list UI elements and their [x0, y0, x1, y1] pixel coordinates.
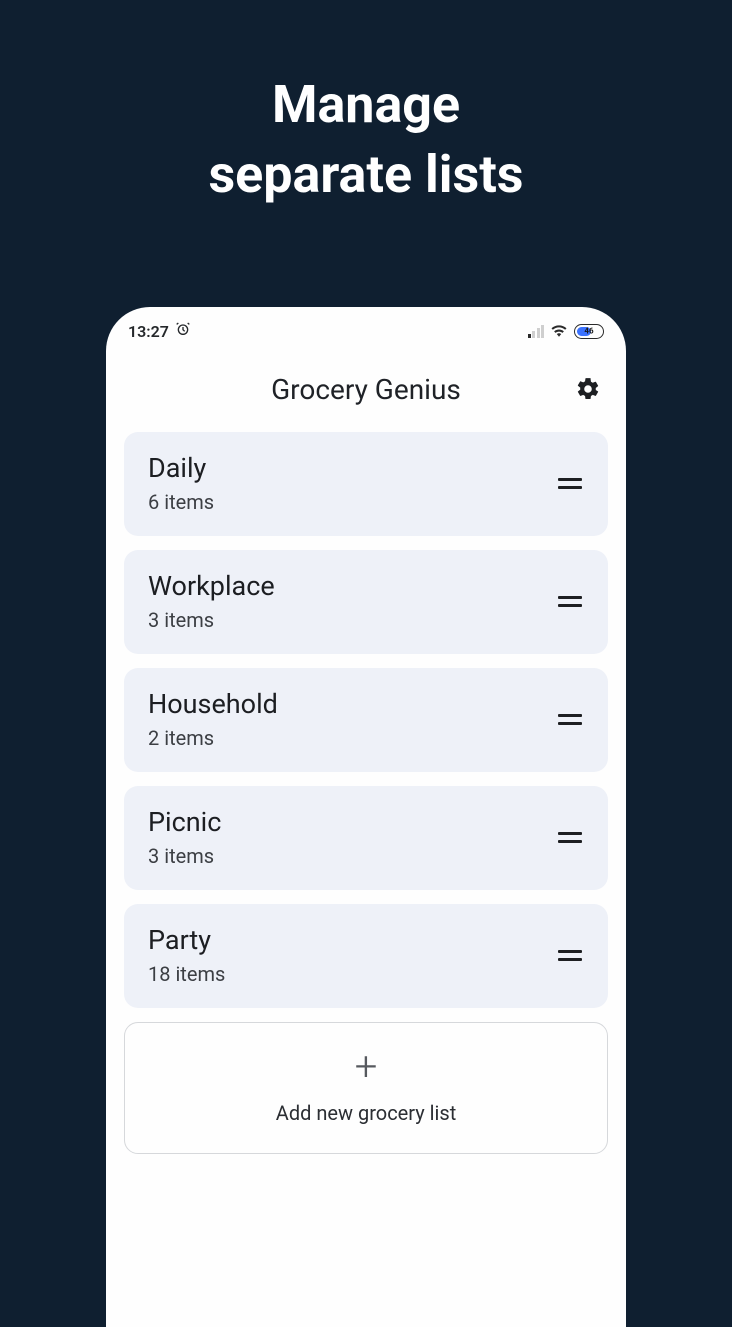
signal-icon	[528, 324, 545, 338]
battery-level: 46	[584, 327, 593, 336]
battery-icon: 46	[574, 324, 604, 339]
list-card[interactable]: Workplace 3 items	[124, 550, 608, 654]
phone-frame: 13:27 46	[106, 307, 626, 1327]
status-bar: 13:27 46	[106, 307, 626, 345]
list-count: 3 items	[148, 608, 275, 632]
drag-handle-icon[interactable]	[556, 478, 584, 489]
status-time: 13:27	[128, 322, 169, 341]
list-count: 3 items	[148, 844, 221, 868]
list-name: Daily	[148, 452, 214, 484]
app-header: Grocery Genius	[106, 345, 626, 432]
add-list-label: Add new grocery list	[276, 1101, 456, 1125]
wifi-icon	[550, 322, 568, 341]
list-count: 2 items	[148, 726, 278, 750]
gear-icon	[575, 376, 601, 402]
headline-line-1: Manage	[272, 74, 460, 135]
list-name: Workplace	[148, 570, 275, 602]
status-right: 46	[528, 322, 605, 341]
status-left: 13:27	[128, 321, 191, 341]
alarm-icon	[175, 321, 191, 341]
drag-handle-icon[interactable]	[556, 950, 584, 961]
promo-headline: Manage separate lists	[0, 0, 732, 210]
list-card[interactable]: Picnic 3 items	[124, 786, 608, 890]
list-name: Party	[148, 924, 225, 956]
list-card[interactable]: Household 2 items	[124, 668, 608, 772]
headline-line-2: separate lists	[208, 144, 523, 205]
list-count: 18 items	[148, 962, 225, 986]
plus-icon: +	[355, 1047, 378, 1087]
list-name: Household	[148, 688, 278, 720]
app-title: Grocery Genius	[271, 373, 461, 406]
list-card[interactable]: Party 18 items	[124, 904, 608, 1008]
drag-handle-icon[interactable]	[556, 596, 584, 607]
list-count: 6 items	[148, 490, 214, 514]
grocery-lists: Daily 6 items Workplace 3 items Househol…	[106, 432, 626, 1154]
drag-handle-icon[interactable]	[556, 714, 584, 725]
list-card[interactable]: Daily 6 items	[124, 432, 608, 536]
drag-handle-icon[interactable]	[556, 832, 584, 843]
add-list-button[interactable]: + Add new grocery list	[124, 1022, 608, 1154]
list-name: Picnic	[148, 806, 221, 838]
settings-button[interactable]	[572, 373, 604, 405]
